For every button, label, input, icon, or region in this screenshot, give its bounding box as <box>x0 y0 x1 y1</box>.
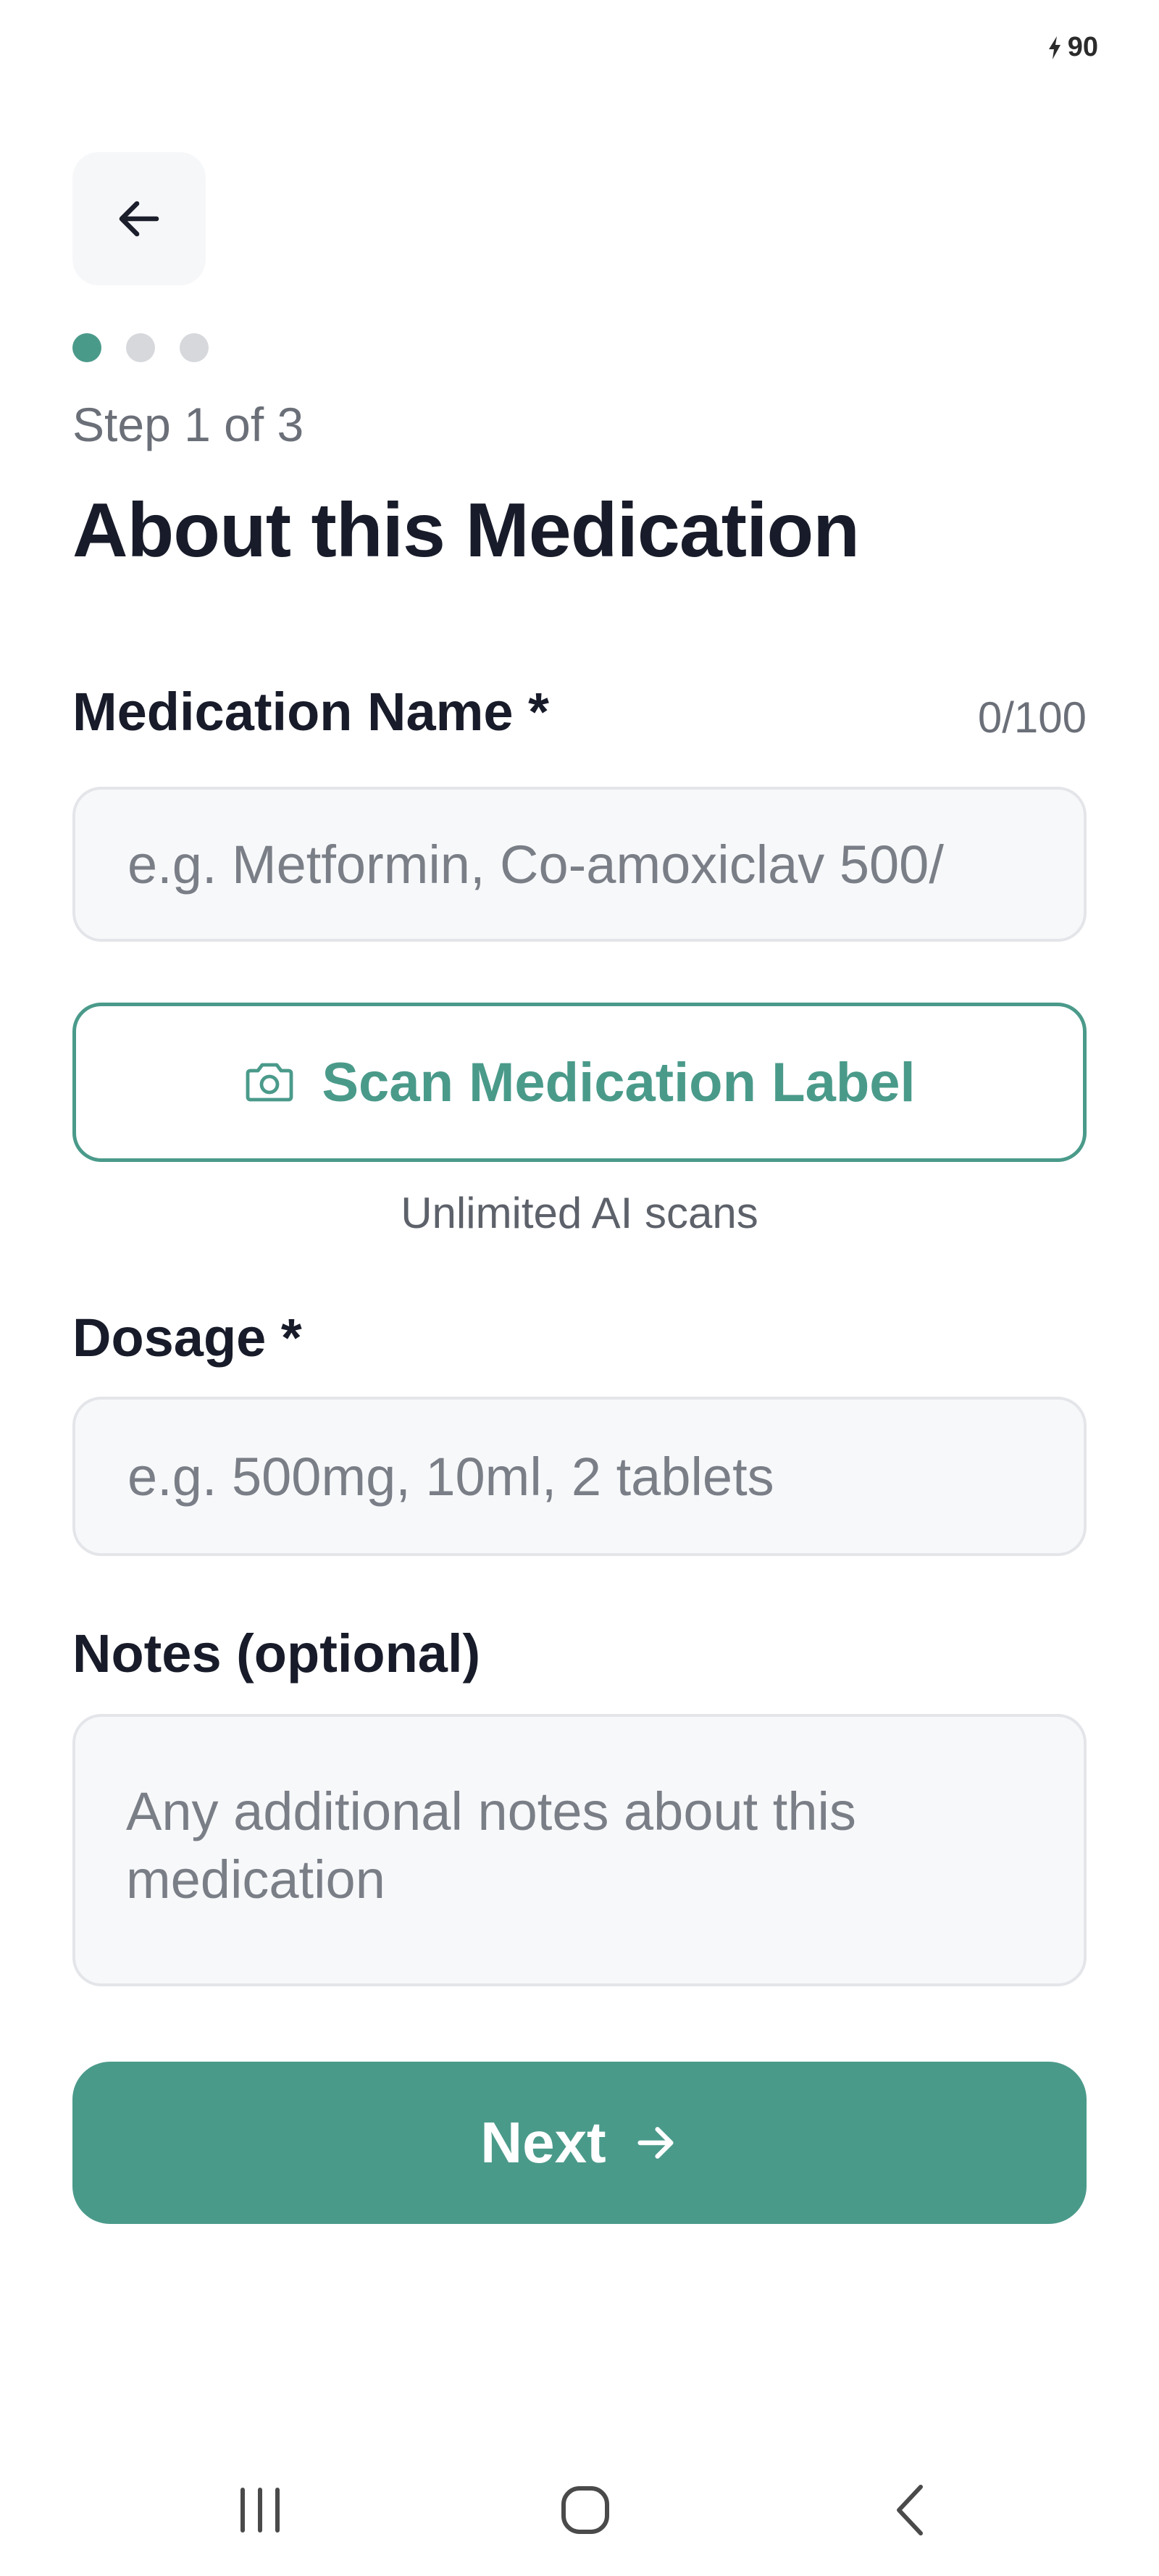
next-button-label: Next <box>480 2110 606 2175</box>
medication-name-input[interactable] <box>126 832 1033 896</box>
back-chevron-icon <box>897 2485 923 2535</box>
step-label: Step 1 of 3 <box>72 398 304 451</box>
recent-apps-icon <box>240 2488 280 2533</box>
arrow-right-icon <box>637 2127 674 2159</box>
battery-level: 90 <box>1067 32 1098 62</box>
notes-field[interactable] <box>72 1714 1087 1986</box>
scan-button-label: Scan Medication Label <box>322 1051 916 1113</box>
scan-medication-label-button[interactable]: Scan Medication Label <box>72 1003 1087 1162</box>
medication-name-label: Medication Name * <box>72 682 549 742</box>
step-progress-indicator <box>72 333 209 362</box>
medication-name-char-counter: 0/100 <box>977 693 1087 742</box>
progress-dot-step-3 <box>180 333 209 362</box>
progress-dot-step-2 <box>126 333 155 362</box>
home-icon <box>561 2486 609 2534</box>
medication-name-field[interactable] <box>72 787 1087 942</box>
scan-quota-note: Unlimited AI scans <box>401 1189 758 1237</box>
dosage-label: Dosage * <box>72 1308 302 1368</box>
page-title: About this Medication <box>72 488 860 573</box>
arrow-left-icon <box>119 201 159 237</box>
notes-input[interactable] <box>126 1778 1033 1923</box>
camera-icon <box>246 1063 293 1102</box>
back-button[interactable] <box>72 152 206 285</box>
charging-bolt-icon <box>1048 35 1060 59</box>
recent-apps-button[interactable] <box>227 2477 293 2543</box>
notes-label: Notes (optional) <box>72 1623 481 1684</box>
home-button[interactable] <box>553 2477 618 2543</box>
system-back-button[interactable] <box>878 2477 943 2543</box>
progress-dot-step-1 <box>72 333 101 362</box>
dosage-input[interactable] <box>126 1444 1033 1508</box>
next-button[interactable]: Next <box>72 2062 1087 2224</box>
system-navigation-bar <box>0 2463 1159 2550</box>
status-bar: 90 <box>1046 32 1098 63</box>
dosage-field[interactable] <box>72 1397 1087 1556</box>
